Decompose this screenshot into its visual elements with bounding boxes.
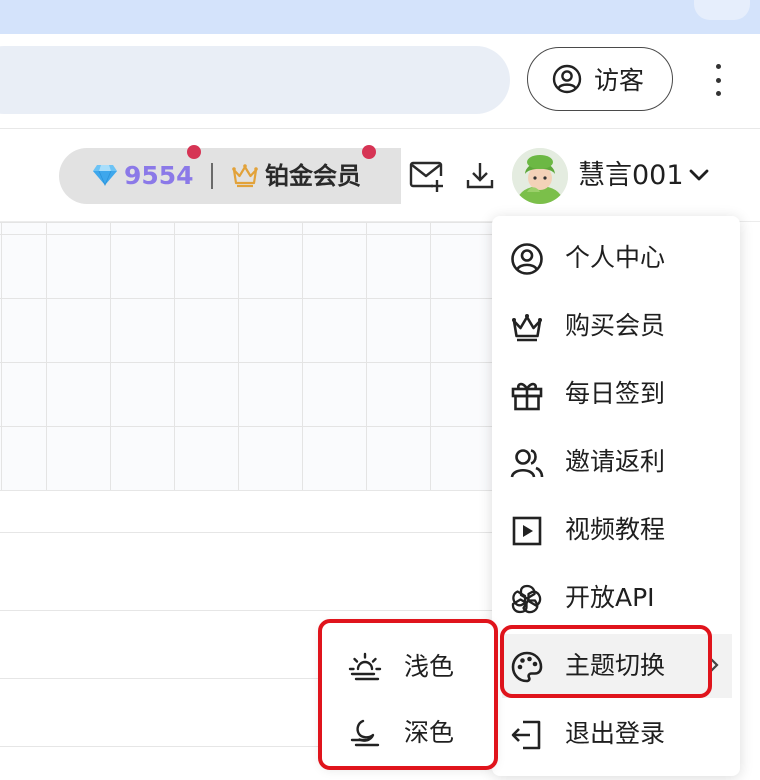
divider — [0, 490, 493, 491]
menu-item-daily-checkin[interactable]: 每日签到 — [492, 362, 740, 426]
avatar-image — [512, 148, 568, 204]
browser-tab[interactable] — [694, 0, 750, 20]
points-value: 9554 — [124, 161, 194, 190]
chevron-down-icon[interactable] — [688, 166, 710, 184]
mail-plus-icon[interactable] — [409, 159, 445, 193]
menu-item-label: 退出登录 — [565, 719, 666, 748]
menu-item-invite[interactable]: 邀请返利 — [492, 430, 740, 494]
notification-dot — [362, 145, 376, 159]
notification-dot — [187, 145, 201, 159]
membership-label: 铂金会员 — [265, 162, 361, 190]
menu-item-buy-membership[interactable]: 购买会员 — [492, 294, 740, 358]
pill-divider — [211, 163, 213, 189]
browser-tab-strip — [0, 0, 760, 34]
profile-label: 访客 — [594, 66, 645, 95]
crown-icon — [512, 314, 542, 342]
menu-item-label: 视频教程 — [565, 515, 666, 544]
menu-item-profile[interactable]: 个人中心 — [492, 226, 740, 290]
username[interactable]: 慧言001 — [578, 156, 684, 196]
gem-icon — [93, 165, 117, 186]
address-bar[interactable] — [0, 46, 510, 114]
menu-item-label: 邀请返利 — [565, 447, 666, 476]
download-icon[interactable] — [464, 160, 496, 192]
divider — [0, 532, 493, 533]
users-icon — [510, 449, 544, 478]
gift-icon — [511, 382, 543, 411]
divider — [0, 610, 493, 611]
profile-button[interactable]: 访客 — [527, 47, 673, 111]
menu-item-label: 个人中心 — [565, 243, 666, 272]
account-circle-icon — [552, 64, 582, 94]
openai-icon — [511, 584, 542, 614]
menu-item-label: 购买会员 — [565, 311, 666, 340]
menu-item-label: 每日签到 — [565, 379, 666, 408]
avatar[interactable] — [512, 148, 568, 204]
highlight-frame — [500, 625, 712, 698]
crown-icon — [232, 164, 258, 188]
menu-item-video-tutorial[interactable]: 视频教程 — [492, 498, 740, 562]
logout-icon — [511, 720, 541, 750]
play-square-icon — [512, 516, 542, 546]
menu-item-open-api[interactable]: 开放API — [492, 566, 740, 630]
canvas-grid — [0, 222, 493, 490]
menu-item-label: 开放API — [565, 583, 655, 612]
user-circle-icon — [511, 243, 543, 275]
kebab-icon[interactable] — [706, 62, 730, 98]
highlight-frame — [318, 619, 498, 770]
menu-item-logout[interactable]: 退出登录 — [492, 702, 740, 766]
